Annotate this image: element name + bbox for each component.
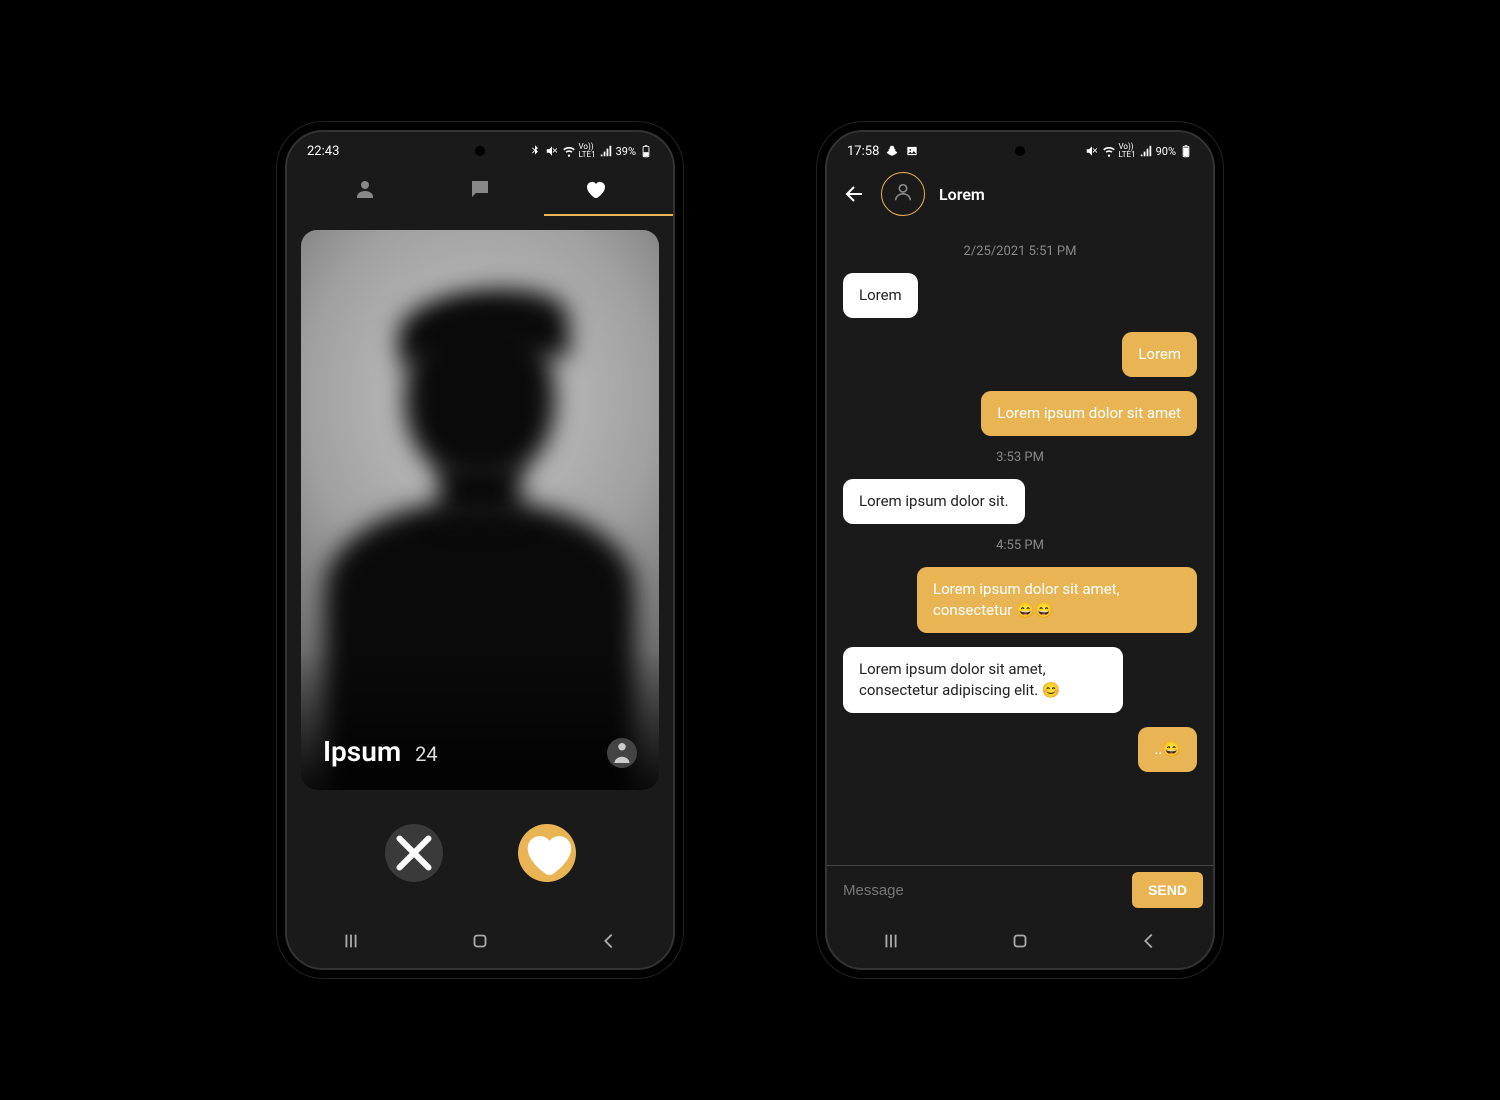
snapchat-icon [885, 144, 899, 158]
network-label: Vo))LTE1 [579, 143, 596, 159]
chat-timestamp: 3:53 PM [843, 450, 1197, 465]
signal-icon [599, 144, 613, 158]
status-bar: 22:43 Vo))LTE1 39% [287, 132, 673, 164]
tab-matches[interactable] [583, 177, 607, 201]
person-icon [892, 181, 914, 207]
battery-pct: 39% [616, 145, 636, 158]
message-received: Lorem ipsum dolor sit. [843, 479, 1197, 524]
send-button[interactable]: SEND [1132, 872, 1203, 908]
tab-messages[interactable] [468, 177, 492, 201]
message-sent: Lorem ipsum dolor sit amet, consectetur … [843, 567, 1197, 633]
recents-icon[interactable] [880, 930, 902, 952]
back-icon[interactable] [598, 930, 620, 952]
like-button[interactable] [518, 824, 576, 882]
message-input[interactable] [843, 882, 1122, 899]
battery-pct: 90% [1156, 145, 1176, 158]
chat-header: Lorem [827, 164, 1213, 228]
phone-swipe-screen: 22:43 Vo))LTE1 39% [285, 130, 675, 970]
chat-body[interactable]: 2/25/2021 5:51 PM Lorem Lorem Lorem ipsu… [827, 228, 1213, 868]
wifi-icon [562, 144, 576, 158]
chat-timestamp: 2/25/2021 5:51 PM [843, 244, 1197, 259]
bluetooth-icon [528, 144, 542, 158]
picture-icon [905, 144, 919, 158]
tab-profile[interactable] [353, 177, 377, 201]
signal-icon [1139, 144, 1153, 158]
message-sent: Lorem [843, 332, 1197, 377]
back-button[interactable] [843, 182, 867, 206]
message-received: Lorem [843, 273, 1197, 318]
home-icon[interactable] [1009, 930, 1031, 952]
android-nav-bar [287, 914, 673, 968]
mute-icon [545, 144, 559, 158]
card-area: Ipsum 24 [287, 216, 673, 804]
status-time: 17:58 [847, 144, 879, 159]
android-nav-bar [827, 914, 1213, 968]
battery-icon [1179, 144, 1193, 158]
chat-contact-name: Lorem [939, 185, 985, 204]
message-sent: ..😄 [843, 727, 1197, 772]
top-tabs [287, 164, 673, 214]
home-icon[interactable] [469, 930, 491, 952]
network-label: Vo))LTE1 [1119, 143, 1136, 159]
phone-chat-screen: 17:58 Vo))LTE1 90% Lorem 2/25/2021 5:51 … [825, 130, 1215, 970]
battery-icon [639, 144, 653, 158]
profile-card[interactable]: Ipsum 24 [301, 230, 659, 790]
profile-age: 24 [415, 742, 437, 766]
profile-name: Ipsum [323, 735, 401, 768]
profile-info-button[interactable] [607, 738, 637, 768]
recents-icon[interactable] [340, 930, 362, 952]
chat-avatar[interactable] [881, 172, 925, 216]
pass-button[interactable] [385, 824, 443, 882]
mute-icon [1085, 144, 1099, 158]
status-bar: 17:58 Vo))LTE1 90% [827, 132, 1213, 164]
back-icon[interactable] [1138, 930, 1160, 952]
chat-input-bar: SEND [827, 865, 1213, 914]
message-sent: Lorem ipsum dolor sit amet [843, 391, 1197, 436]
message-received: Lorem ipsum dolor sit amet, consectetur … [843, 647, 1197, 713]
chat-timestamp: 4:55 PM [843, 538, 1197, 553]
action-row [287, 804, 673, 902]
wifi-icon [1102, 144, 1116, 158]
status-time: 22:43 [307, 144, 339, 159]
